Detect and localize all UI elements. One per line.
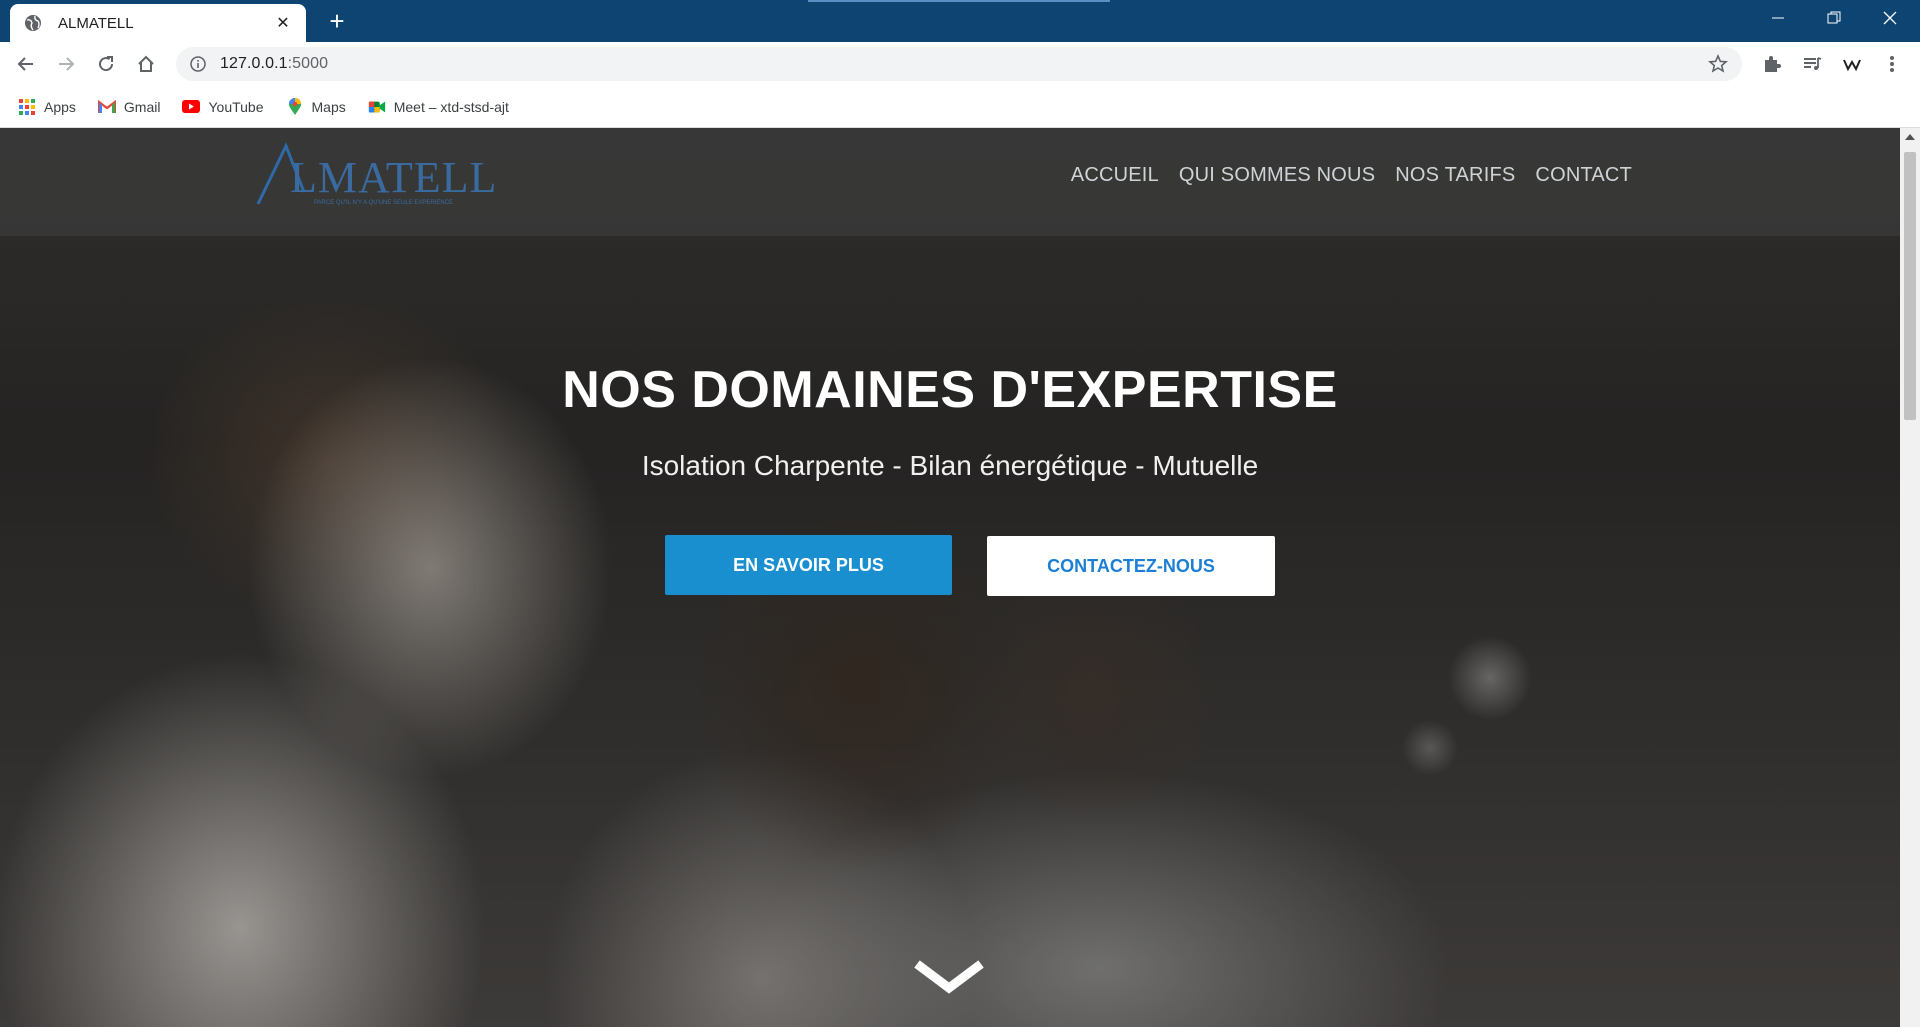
bookmark-label: Meet – xtd-stsd-ajt: [393, 98, 509, 115]
main-nav: ACCUEIL QUI SOMMES NOUS NOS TARIFS CONTA…: [1051, 164, 1632, 187]
scrollbar-thumb[interactable]: [1904, 152, 1916, 420]
w-extension-icon: [1843, 59, 1861, 72]
puzzle-icon: [1765, 56, 1781, 72]
window-close-icon: [1883, 11, 1897, 25]
forward-button[interactable]: [50, 48, 82, 80]
page-viewport: LMATELL PARCE QU'IL N'Y A QU'UNE SEULE E…: [0, 128, 1900, 1027]
bookmark-youtube[interactable]: YouTube: [182, 98, 264, 116]
svg-text:PARCE QU'IL N'Y A QU'UNE SEULE: PARCE QU'IL N'Y A QU'UNE SEULE EXPERIENC…: [314, 200, 453, 206]
bookmark-label: Gmail: [123, 98, 161, 115]
maps-pin-icon: [286, 97, 304, 116]
bookmark-meet[interactable]: Meet – xtd-stsd-ajt: [368, 98, 509, 116]
minimize-button[interactable]: [1750, 0, 1806, 36]
nav-accueil[interactable]: ACCUEIL: [1071, 164, 1159, 187]
svg-text:LMATELL: LMATELL: [290, 153, 494, 202]
back-arrow-icon: [17, 57, 33, 71]
bookmark-label: Apps: [44, 98, 76, 115]
home-icon: [138, 55, 154, 72]
bookmark-maps[interactable]: Maps: [286, 97, 346, 116]
gmail-icon: [97, 98, 116, 116]
reload-button[interactable]: [90, 48, 122, 80]
globe-icon: [25, 15, 41, 31]
bookmark-label: Maps: [311, 98, 346, 115]
playlist-icon: [1804, 57, 1822, 70]
minimize-icon: [1772, 17, 1784, 19]
extensions-button[interactable]: [1756, 48, 1788, 80]
nav-contact[interactable]: CONTACT: [1535, 164, 1632, 187]
browser-toolbar: 127.0.0.1:5000: [0, 42, 1920, 86]
scroll-down-chevron-icon[interactable]: [913, 958, 985, 998]
tab-title: ALMATELL: [58, 14, 134, 32]
home-button[interactable]: [130, 48, 162, 80]
nav-nos-tarifs[interactable]: NOS TARIFS: [1395, 164, 1515, 187]
bookmark-apps[interactable]: Apps: [18, 98, 76, 116]
page-scrollbar[interactable]: [1900, 128, 1920, 1027]
nav-qui-sommes-nous[interactable]: QUI SOMMES NOUS: [1179, 164, 1375, 187]
bookmark-gmail[interactable]: Gmail: [97, 98, 161, 116]
media-control-button[interactable]: [1796, 48, 1828, 80]
browser-tab-strip: ALMATELL ✕ +: [0, 0, 1920, 42]
address-bar[interactable]: 127.0.0.1:5000: [176, 47, 1742, 81]
window-close-button[interactable]: [1862, 0, 1918, 36]
site-header: LMATELL PARCE QU'IL N'Y A QU'UNE SEULE E…: [0, 128, 1900, 236]
bookmark-label: YouTube: [208, 98, 264, 115]
bookmark-star-icon[interactable]: [1708, 54, 1728, 74]
w-extension-button[interactable]: [1836, 48, 1868, 80]
reload-icon: [99, 56, 114, 72]
browser-menu-button[interactable]: [1876, 48, 1908, 80]
apps-grid-icon: [18, 98, 36, 116]
en-savoir-plus-button[interactable]: EN SAVOIR PLUS: [665, 535, 952, 595]
browser-tab[interactable]: ALMATELL ✕: [10, 4, 306, 42]
meet-icon: [368, 98, 386, 116]
hero-subtitle: Isolation Charpente - Bilan énergétique …: [641, 450, 1259, 481]
restore-button[interactable]: [1806, 0, 1862, 36]
youtube-icon: [182, 98, 201, 116]
url-text: 127.0.0.1:5000: [220, 55, 328, 73]
tab-strip-highlight: [808, 0, 1110, 2]
back-button[interactable]: [10, 48, 42, 80]
hero-title: NOS DOMAINES D'EXPERTISE: [562, 361, 1338, 419]
almatell-logo[interactable]: LMATELL PARCE QU'IL N'Y A QU'UNE SEULE E…: [254, 142, 494, 212]
kebab-menu-icon: [1890, 56, 1894, 72]
restore-icon: [1827, 11, 1841, 24]
scroll-up-arrow-icon[interactable]: [1905, 134, 1915, 140]
contactez-nous-button[interactable]: CONTACTEZ-NOUS: [987, 536, 1275, 596]
new-tab-button[interactable]: +: [322, 6, 352, 36]
tab-close-icon[interactable]: ✕: [274, 13, 292, 33]
bookmarks-bar: Apps Gmail YouTube Maps Meet – xtd-stsd-…: [0, 86, 1920, 128]
url-port: :5000: [287, 55, 329, 72]
forward-arrow-icon: [59, 57, 75, 71]
url-host: 127.0.0.1: [220, 55, 288, 72]
site-info-icon[interactable]: [190, 56, 206, 72]
